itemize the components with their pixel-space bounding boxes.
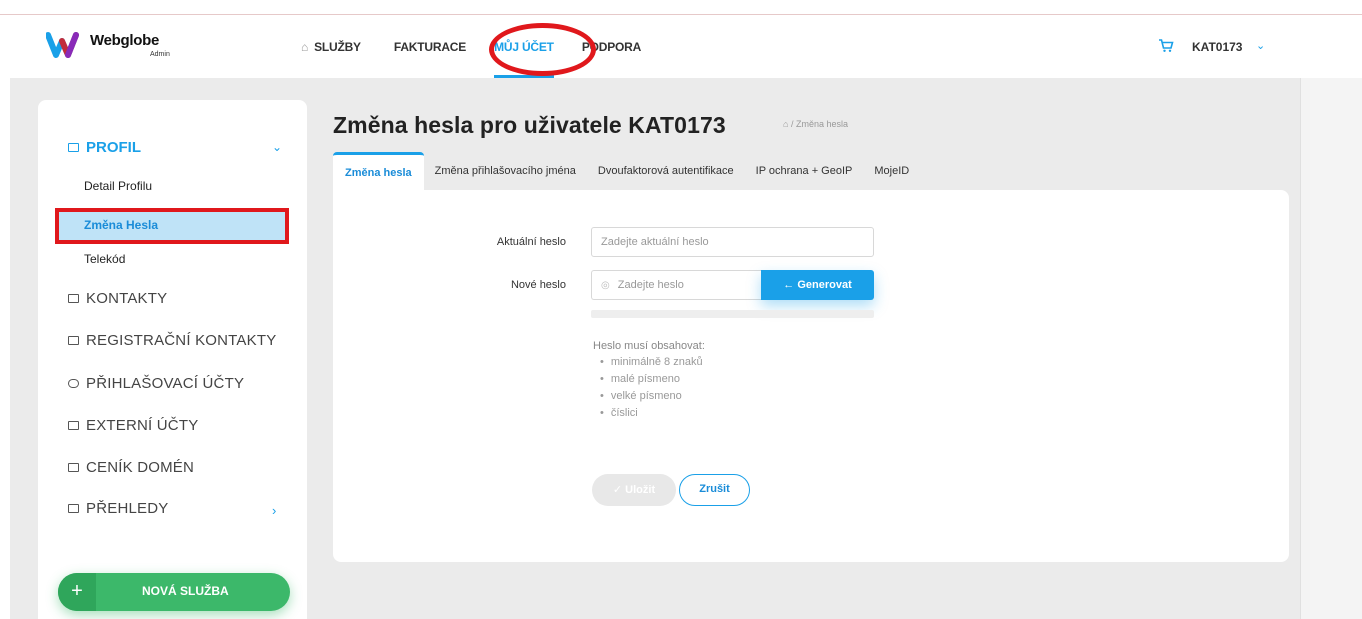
home-icon: ⌂	[301, 39, 309, 54]
right-gutter	[1300, 78, 1362, 619]
top-header: Webglobe Admin ⌂ SLUŽBY FAKTURACE MŮJ ÚČ…	[0, 15, 1362, 78]
cart-icon[interactable]	[1158, 38, 1174, 57]
page-title: Změna hesla pro uživatele KAT0173	[333, 112, 726, 138]
chevron-right-icon[interactable]: ›	[272, 503, 276, 518]
new-password-placeholder: Zadejte heslo	[617, 279, 684, 291]
sidebar-subitem-zmena-hesla[interactable]: Změna Hesla	[55, 208, 289, 244]
tab-zmena-prihlasovaciho-jmena[interactable]: Změna přihlašovacího jména	[424, 152, 587, 190]
tab-ip-ochrana[interactable]: IP ochrana + GeoIP	[745, 152, 864, 190]
nav-podpora[interactable]: PODPORA	[582, 15, 641, 78]
breadcrumb-text: / Změna hesla	[790, 119, 848, 129]
nav-muj-ucet-label: MŮJ ÚČET	[494, 39, 554, 54]
main-nav: ⌂ SLUŽBY FAKTURACE MŮJ ÚČET PODPORA	[301, 15, 641, 78]
nav-sluzby-label: SLUŽBY	[314, 39, 361, 54]
breadcrumb: ⌂ / Změna hesla	[783, 119, 848, 129]
new-service-button[interactable]: + NOVÁ SLUŽBA	[58, 573, 290, 611]
cancel-button[interactable]: Zrušit	[679, 474, 750, 506]
password-rule: velké písmeno	[600, 390, 682, 402]
tab-bar: Změna hesla Změna přihlašovacího jména D…	[333, 152, 920, 190]
password-rule: číslici	[600, 407, 638, 419]
tab-zmena-hesla[interactable]: Změna hesla	[333, 152, 424, 190]
tab-mojeid[interactable]: MojeID	[863, 152, 920, 190]
current-password-label: Aktuální heslo	[496, 236, 566, 248]
sidebar-item-label: PŘIHLAŠOVACÍ ÚČTY	[86, 375, 245, 392]
nav-podpora-label: PODPORA	[581, 39, 642, 54]
save-button[interactable]: ✓ Uložit	[592, 474, 676, 506]
sidebar-item-cenik-domen[interactable]: CENÍK DOMÉN	[68, 459, 194, 476]
password-rules-title: Heslo musí obsahovat:	[593, 340, 705, 352]
sidebar: PROFIL ⌄ Detail Profilu Změna Hesla Tele…	[38, 100, 307, 619]
new-service-label: NOVÁ SLUŽBA	[142, 584, 229, 598]
list-icon	[68, 336, 79, 345]
window-icon	[68, 504, 79, 513]
nav-fakturace-label: FAKTURACE	[393, 39, 467, 54]
new-password-input[interactable]: ◎ Zadejte heslo	[591, 270, 761, 300]
sidebar-item-registracni-kontakty[interactable]: REGISTRAČNÍ KONTAKTY	[68, 332, 276, 349]
login-icon	[68, 379, 79, 388]
chevron-down-icon[interactable]: ⌄	[1256, 39, 1265, 52]
home-icon[interactable]: ⌂	[783, 119, 788, 129]
current-password-input[interactable]: Zadejte aktuální heslo	[591, 227, 874, 257]
chevron-down-icon[interactable]: ⌄	[272, 140, 282, 154]
sidebar-item-kontakty[interactable]: KONTAKTY	[68, 290, 167, 307]
nav-fakturace[interactable]: FAKTURACE	[394, 15, 466, 78]
sidebar-item-prehledy[interactable]: PŘEHLEDY	[68, 500, 168, 517]
password-rule: malé písmeno	[600, 373, 680, 385]
price-tag-icon	[68, 463, 79, 472]
tab-dvoufaktorova-autentifikace[interactable]: Dvoufaktorová autentifikace	[587, 152, 745, 190]
logo-text: Webglobe	[90, 32, 159, 49]
sidebar-section-label: PROFIL	[86, 139, 141, 156]
password-strength-bar	[591, 310, 874, 318]
new-password-label: Nové heslo	[510, 279, 566, 291]
plus-icon: +	[58, 573, 96, 611]
webglobe-logo[interactable]: Webglobe Admin	[45, 29, 176, 63]
eye-icon[interactable]: ◎	[601, 280, 610, 291]
id-card-icon	[68, 143, 79, 152]
generate-button[interactable]: ← Generovat	[761, 270, 874, 300]
nav-muj-ucet[interactable]: MŮJ ÚČET	[494, 15, 554, 78]
sidebar-item-label: EXTERNÍ ÚČTY	[86, 417, 199, 434]
user-menu[interactable]: KAT0173	[1192, 40, 1242, 54]
sidebar-item-label: CENÍK DOMÉN	[86, 459, 195, 476]
sidebar-subitem-label: Změna Hesla	[84, 218, 159, 232]
logo-mark-icon	[45, 32, 79, 58]
logo-subtext: Admin	[150, 51, 170, 58]
sidebar-item-externi-ucty[interactable]: EXTERNÍ ÚČTY	[68, 417, 198, 434]
sidebar-section-profil[interactable]: PROFIL	[68, 139, 141, 156]
sidebar-subitem-telekod[interactable]: Telekód	[84, 252, 125, 266]
nav-sluzby[interactable]: ⌂ SLUŽBY	[301, 15, 361, 78]
sidebar-item-prihlasovaci-ucty[interactable]: PŘIHLAŠOVACÍ ÚČTY	[68, 375, 244, 392]
window-icon	[68, 421, 79, 430]
password-rule: minimálně 8 znaků	[600, 356, 703, 368]
sidebar-item-label: KONTAKTY	[86, 290, 168, 307]
sidebar-subitem-detail-profilu[interactable]: Detail Profilu	[84, 179, 152, 193]
sidebar-item-label: REGISTRAČNÍ KONTAKTY	[86, 332, 277, 349]
id-card-icon	[68, 294, 79, 303]
sidebar-item-label: PŘEHLEDY	[86, 500, 169, 517]
